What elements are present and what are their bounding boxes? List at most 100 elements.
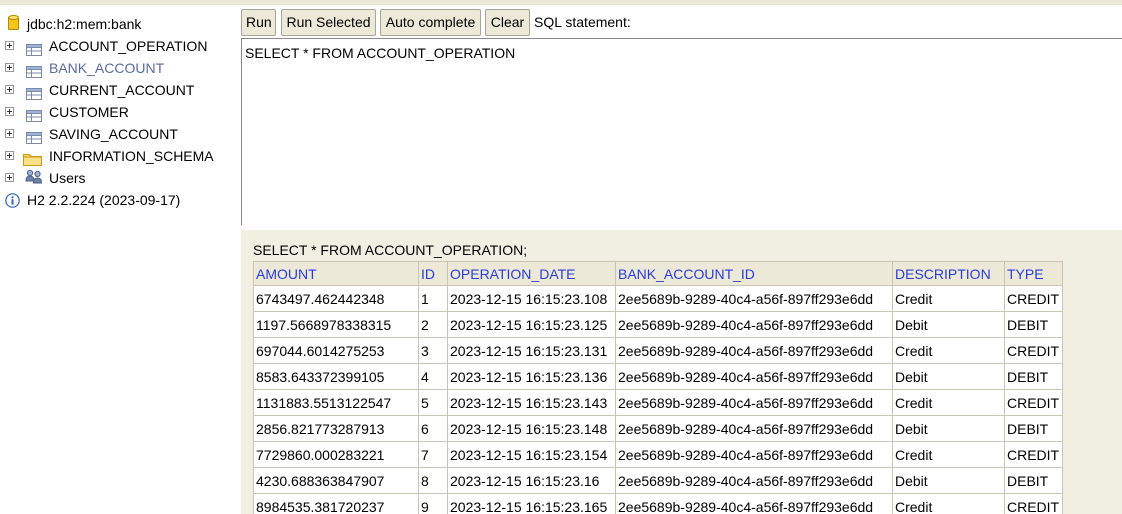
cell-id: 6	[418, 415, 448, 442]
cell-bank-account-id: 2ee5689b-9289-40c4-a56f-897ff293e6dd	[615, 285, 893, 312]
cell-description: Debit	[892, 311, 1005, 338]
cell-operation-date: 2023-12-15 16:15:23.148	[447, 415, 616, 442]
cell-description: Debit	[892, 415, 1005, 442]
table-row: 7729860.000283221 7 2023-12-15 16:15:23.…	[253, 441, 1063, 468]
expand-icon[interactable]	[5, 151, 14, 160]
cell-operation-date: 2023-12-15 16:15:23.131	[447, 337, 616, 364]
cell-amount: 8984535.381720237	[253, 493, 419, 514]
tree-item-users[interactable]: Users	[0, 167, 238, 189]
cell-type: CREDIT	[1004, 493, 1063, 514]
cell-operation-date: 2023-12-15 16:15:23.108	[447, 285, 616, 312]
cell-bank-account-id: 2ee5689b-9289-40c4-a56f-897ff293e6dd	[615, 467, 893, 494]
cell-amount: 697044.6014275253	[253, 337, 419, 364]
users-icon	[25, 169, 43, 186]
result-statement: SELECT * FROM ACCOUNT_OPERATION;	[253, 242, 528, 258]
cell-amount: 1131883.5513122547	[253, 389, 419, 416]
cell-amount: 4230.688363847907	[253, 467, 419, 494]
result-table: AMOUNT ID OPERATION_DATE BANK_ACCOUNT_ID…	[253, 261, 1063, 514]
table-icon	[26, 84, 42, 100]
run-button[interactable]: Run	[241, 9, 276, 36]
tree-version: H2 2.2.224 (2023-09-17)	[0, 189, 238, 211]
info-icon	[5, 192, 20, 208]
cell-operation-date: 2023-12-15 16:15:23.165	[447, 493, 616, 514]
cell-bank-account-id: 2ee5689b-9289-40c4-a56f-897ff293e6dd	[615, 363, 893, 390]
cell-type: CREDIT	[1004, 389, 1063, 416]
table-icon	[26, 40, 42, 56]
table-row: 6743497.462442348 1 2023-12-15 16:15:23.…	[253, 285, 1063, 312]
cell-id: 5	[418, 389, 448, 416]
auto-complete-button[interactable]: Auto complete	[380, 9, 481, 36]
toolbar: Run Run Selected Auto complete Clear SQL…	[238, 5, 1122, 38]
tree-item-label: CURRENT_ACCOUNT	[49, 82, 195, 98]
cell-type: CREDIT	[1004, 441, 1063, 468]
header-row: AMOUNT ID OPERATION_DATE BANK_ACCOUNT_ID…	[253, 261, 1063, 286]
column-header-id[interactable]: ID	[418, 261, 448, 286]
sql-editor[interactable]: SELECT * FROM ACCOUNT_OPERATION	[241, 38, 1122, 225]
cell-operation-date: 2023-12-15 16:15:23.16	[447, 467, 616, 494]
cell-description: Credit	[892, 337, 1005, 364]
cell-bank-account-id: 2ee5689b-9289-40c4-a56f-897ff293e6dd	[615, 389, 893, 416]
column-header-amount[interactable]: AMOUNT	[253, 261, 419, 286]
cell-id: 9	[418, 493, 448, 514]
cell-operation-date: 2023-12-15 16:15:23.143	[447, 389, 616, 416]
column-header-type[interactable]: TYPE	[1004, 261, 1063, 286]
tree-item-label: INFORMATION_SCHEMA	[49, 148, 214, 164]
cell-operation-date: 2023-12-15 16:15:23.154	[447, 441, 616, 468]
column-header-operation-date[interactable]: OPERATION_DATE	[447, 261, 616, 286]
cell-description: Credit	[892, 285, 1005, 312]
expand-icon[interactable]	[5, 107, 14, 116]
expand-icon[interactable]	[5, 85, 14, 94]
cell-id: 3	[418, 337, 448, 364]
cell-bank-account-id: 2ee5689b-9289-40c4-a56f-897ff293e6dd	[615, 337, 893, 364]
tree-item-saving-account[interactable]: SAVING_ACCOUNT	[0, 123, 238, 145]
connection-label: jdbc:h2:mem:bank	[27, 16, 142, 32]
expand-icon[interactable]	[5, 63, 14, 72]
expand-icon[interactable]	[5, 41, 14, 50]
cell-amount: 1197.5668978338315	[253, 311, 419, 338]
tree-item-bank-account[interactable]: BANK_ACCOUNT	[0, 57, 238, 79]
cell-type: CREDIT	[1004, 285, 1063, 312]
cell-id: 7	[418, 441, 448, 468]
schema-tree: jdbc:h2:mem:bank ACCOUNT_OPERATION BANK_…	[0, 5, 238, 514]
cell-description: Debit	[892, 467, 1005, 494]
expand-icon[interactable]	[5, 173, 14, 182]
cell-bank-account-id: 2ee5689b-9289-40c4-a56f-897ff293e6dd	[615, 415, 893, 442]
table-row: 8583.643372399105 4 2023-12-15 16:15:23.…	[253, 363, 1063, 390]
tree-item-information-schema[interactable]: INFORMATION_SCHEMA	[0, 145, 238, 167]
tree-item-label: CUSTOMER	[49, 104, 129, 120]
version-label: H2 2.2.224 (2023-09-17)	[27, 192, 181, 208]
table-icon	[26, 128, 42, 144]
cell-id: 1	[418, 285, 448, 312]
cell-bank-account-id: 2ee5689b-9289-40c4-a56f-897ff293e6dd	[615, 311, 893, 338]
cell-type: DEBIT	[1004, 311, 1063, 338]
column-header-description[interactable]: DESCRIPTION	[892, 261, 1005, 286]
tree-item-label: ACCOUNT_OPERATION	[49, 38, 208, 54]
cell-bank-account-id: 2ee5689b-9289-40c4-a56f-897ff293e6dd	[615, 493, 893, 514]
tree-item-customer[interactable]: CUSTOMER	[0, 101, 238, 123]
tree-item-account-operation[interactable]: ACCOUNT_OPERATION	[0, 35, 238, 57]
table-icon	[26, 106, 42, 122]
cell-id: 2	[418, 311, 448, 338]
table-row: 4230.688363847907 8 2023-12-15 16:15:23.…	[253, 467, 1063, 494]
cell-description: Credit	[892, 389, 1005, 416]
cell-type: DEBIT	[1004, 467, 1063, 494]
tree-item-current-account[interactable]: CURRENT_ACCOUNT	[0, 79, 238, 101]
table-row: 1131883.5513122547 5 2023-12-15 16:15:23…	[253, 389, 1063, 416]
query-panel: Run Run Selected Auto complete Clear SQL…	[238, 5, 1122, 225]
column-header-bank-account-id[interactable]: BANK_ACCOUNT_ID	[615, 261, 893, 286]
table-row: 1197.5668978338315 2 2023-12-15 16:15:23…	[253, 311, 1063, 338]
database-icon	[8, 15, 19, 31]
expand-icon[interactable]	[5, 129, 14, 138]
cell-type: DEBIT	[1004, 363, 1063, 390]
cell-id: 4	[418, 363, 448, 390]
cell-type: CREDIT	[1004, 337, 1063, 364]
folder-icon	[23, 150, 42, 166]
cell-bank-account-id: 2ee5689b-9289-40c4-a56f-897ff293e6dd	[615, 441, 893, 468]
cell-operation-date: 2023-12-15 16:15:23.136	[447, 363, 616, 390]
tree-connection[interactable]: jdbc:h2:mem:bank	[0, 13, 238, 35]
cell-operation-date: 2023-12-15 16:15:23.125	[447, 311, 616, 338]
cell-amount: 2856.821773287913	[253, 415, 419, 442]
clear-button[interactable]: Clear	[485, 9, 530, 36]
cell-amount: 6743497.462442348	[253, 285, 419, 312]
run-selected-button[interactable]: Run Selected	[281, 9, 376, 36]
